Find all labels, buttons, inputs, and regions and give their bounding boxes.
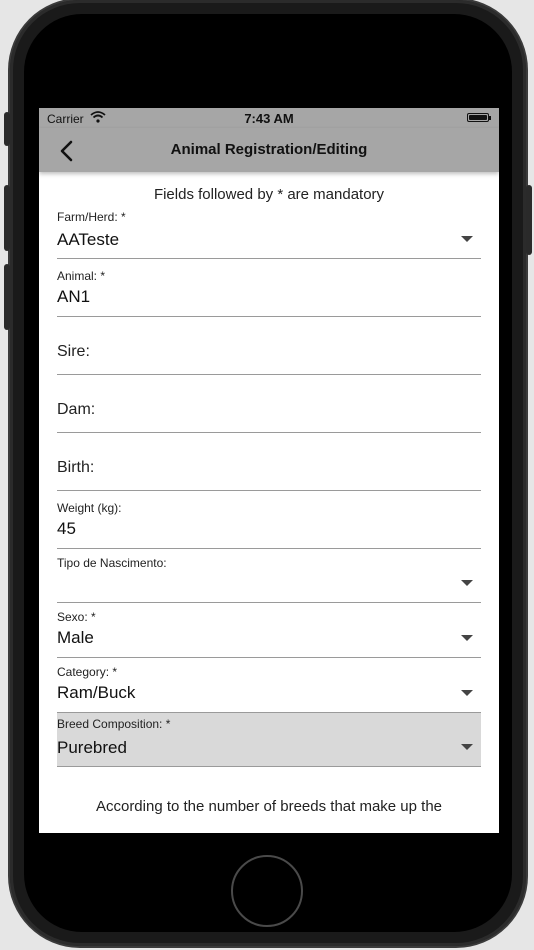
breed-composition-label: Breed Composition: * (57, 717, 171, 731)
sire-label: Sire: (57, 343, 90, 360)
category-value: Ram/Buck (57, 683, 136, 702)
home-button[interactable] (231, 855, 303, 927)
birth-label: Birth: (57, 459, 95, 476)
sire-input[interactable]: Sire: (57, 325, 481, 375)
birth-type-select[interactable]: Tipo de Nascimento: (57, 554, 481, 603)
volume-up-button (4, 185, 10, 251)
caret-down-icon (461, 635, 473, 641)
caret-down-icon (461, 236, 473, 242)
birth-input[interactable]: Birth: (57, 441, 481, 491)
farm-herd-label: Farm/Herd: * (57, 210, 126, 224)
status-bar: Carrier 7:43 AM (39, 108, 499, 128)
animal-input[interactable]: Animal: * AN1 (57, 267, 481, 317)
breed-composition-value: Purebred (57, 738, 127, 757)
breed-composition-help: According to the number of breeds that m… (95, 798, 443, 815)
dam-input[interactable]: Dam: (57, 383, 481, 433)
status-time: 7:43 AM (244, 111, 294, 126)
dam-label: Dam: (57, 401, 96, 418)
battery-icon (467, 113, 491, 122)
volume-down-button (4, 264, 10, 330)
category-select[interactable]: Category: * Ram/Buck (57, 663, 481, 713)
weight-label: Weight (kg): (57, 501, 122, 515)
weight-input[interactable]: Weight (kg): 45 (57, 499, 481, 549)
mandatory-note: Fields followed by * are mandatory (153, 186, 385, 203)
sex-label: Sexo: * (57, 610, 96, 624)
farm-herd-value: AATeste (57, 230, 120, 249)
caret-down-icon (461, 690, 473, 696)
mute-switch (4, 112, 10, 146)
caret-down-icon (461, 744, 473, 750)
sex-select[interactable]: Sexo: * Male (57, 608, 481, 658)
weight-value: 45 (57, 519, 76, 538)
animal-value: AN1 (57, 287, 91, 306)
breed-composition-select[interactable]: Breed Composition: * Purebred (57, 712, 481, 767)
navigation-bar: Animal Registration/Editing (39, 128, 499, 172)
category-label: Category: * (57, 665, 118, 679)
sex-value: Male (57, 628, 94, 647)
page-title: Animal Registration/Editing (170, 141, 368, 158)
app-screen: Carrier 7:43 AM Animal Registration/Edit… (39, 108, 499, 833)
farm-herd-select[interactable]: Farm/Herd: * AATeste (57, 208, 481, 259)
animal-label: Animal: * (57, 269, 106, 283)
birth-type-label: Tipo de Nascimento: (57, 556, 167, 570)
power-button (526, 185, 532, 255)
caret-down-icon (461, 580, 473, 586)
